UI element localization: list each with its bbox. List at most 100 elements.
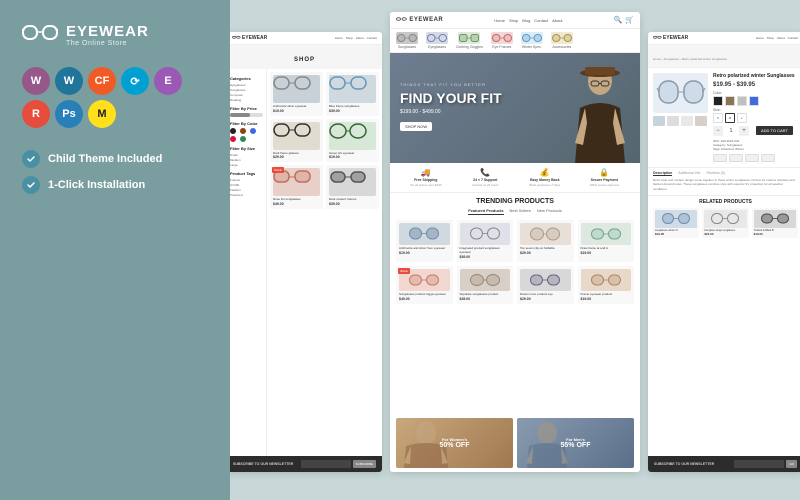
shop-product-3: Dark frame glasses $29.00 xyxy=(270,119,323,163)
main-logo: ⬭⬭ EYEWEAR xyxy=(396,17,443,24)
shop-newsletter-bar: SUBSCRIBE TO OUR NEWSLETTER SUBSCRIBE xyxy=(230,456,382,472)
detail-color-option: Color: xyxy=(713,91,798,106)
tab-bestsellers[interactable]: Best Sellers xyxy=(510,208,531,215)
tab-featured[interactable]: Featured Products xyxy=(468,208,503,215)
detail-main-section: Retro polarized winter Sunglasses $19.95… xyxy=(648,68,800,167)
swatch-blue[interactable] xyxy=(749,96,759,106)
logo-text: EYEWEAR The Online Store xyxy=(66,24,149,48)
cat-goggles[interactable]: Clothing Goggles xyxy=(456,32,483,49)
main-features-bar: 🚚 Free Shipping On all orders over $100 … xyxy=(390,163,640,193)
trending-product-6-img xyxy=(460,269,511,291)
trending-product-1-img xyxy=(399,223,450,245)
detail-color-swatches[interactable] xyxy=(713,96,798,106)
promo-women-text: For Women's 50% OFF xyxy=(440,437,470,449)
trending-product-4[interactable]: Draw frame at end A $19.00 xyxy=(578,220,635,262)
detail-newsletter-btn[interactable]: GO xyxy=(786,460,797,468)
shop-product-5: SALE Rose tint sunglasses $49.00 xyxy=(270,165,323,209)
feature-child-theme: Child Theme Included xyxy=(22,150,162,168)
detail-thumb-1[interactable] xyxy=(653,116,665,126)
trending-tabs[interactable]: Featured Products Best Sellers New Produ… xyxy=(396,208,634,215)
trending-product-3[interactable]: Top seven clip-on foldable $29.00 xyxy=(517,220,574,262)
detail-thumb-3[interactable] xyxy=(681,116,693,126)
shop-product-2: Blue frame sunglasses $39.00 xyxy=(326,72,379,116)
hero-subtitle: THINGS THAT FIT YOU BETTER xyxy=(400,82,486,87)
detail-content: Retro polarized winter Sunglasses $19.95… xyxy=(648,68,800,456)
cat-winter[interactable]: Winter Spec. xyxy=(521,32,543,49)
related-product-2[interactable]: Full glass wings sunglasses $24.00 xyxy=(702,208,748,238)
detail-thumb-2[interactable] xyxy=(667,116,679,126)
hero-shop-btn[interactable]: SHOP NOW xyxy=(400,122,432,131)
trending-title: TRENDING PRODUCTS xyxy=(396,198,634,205)
qty-increase-btn[interactable]: + xyxy=(739,126,749,136)
size-s[interactable]: S xyxy=(713,113,723,123)
trending-product-8[interactable]: Frame eyewear product $19.00 xyxy=(578,266,635,304)
shop-newsletter-btn[interactable]: SUBSCRIBE xyxy=(353,460,376,468)
plugin-wordpress-icon: W xyxy=(55,67,83,95)
feature-money-back: 💰 Easy Money Back Back guarantee 7 days xyxy=(515,168,575,187)
cat-sunglasses[interactable]: Sunglasses xyxy=(396,32,418,49)
shop-product-2-img xyxy=(329,75,376,103)
trending-product-2[interactable]: Integrated product sunglasses eyewear $3… xyxy=(457,220,514,262)
add-to-cart-btn[interactable]: ADD TO CART xyxy=(756,126,793,135)
logo-icon xyxy=(22,22,58,49)
related-products-grid: sunglasses winter fit $19.95 Full glass … xyxy=(653,208,798,238)
tab-reviews[interactable]: Reviews (5) xyxy=(706,171,724,176)
shop-newsletter-input[interactable] xyxy=(301,460,351,468)
detail-thumb-4[interactable] xyxy=(695,116,707,126)
shop-logo: ⬭⬭ EYEWEAR xyxy=(232,35,267,41)
detail-tab-list[interactable]: Description Additional Info Reviews (5) xyxy=(653,171,798,176)
shop-product-6-img xyxy=(329,168,376,196)
plugin-woocommerce-icon: W xyxy=(22,67,50,95)
brand-tagline: The Online Store xyxy=(66,40,149,47)
detail-nav: Home Shop About Contact xyxy=(756,36,798,40)
cat-eyeglasses[interactable]: Eyeglasses xyxy=(426,32,448,49)
sale-badge: SALE xyxy=(398,268,410,274)
detail-newsletter-input[interactable] xyxy=(734,460,784,468)
promo-women[interactable]: For Women's 50% OFF xyxy=(396,418,513,468)
plugin-mailchimp-icon: M xyxy=(88,100,116,128)
related-product-3[interactable]: Twisted & Black B $19.00 xyxy=(752,208,798,238)
shop-newsletter-text: SUBSCRIBE TO OUR NEWSLETTER xyxy=(233,462,293,466)
support-icon: 📞 xyxy=(480,168,490,177)
trending-product-6[interactable]: Separate sunglasses product $39.00 xyxy=(457,266,514,304)
left-panel: EYEWEAR The Online Store W W CF ⟳ E R Ps… xyxy=(0,0,230,500)
qty-decrease-btn[interactable]: − xyxy=(713,126,723,136)
tab-new[interactable]: New Products xyxy=(537,208,562,215)
size-m[interactable]: M xyxy=(725,113,735,123)
trending-products-grid: Anthracite and silver from eyewear $19.0… xyxy=(396,220,634,304)
cat-frames[interactable]: Eye Frames xyxy=(491,32,513,49)
promo-men[interactable]: For Men's 55% OFF xyxy=(517,418,634,468)
cat-accessories[interactable]: Accessories xyxy=(551,32,573,49)
tab-description[interactable]: Description xyxy=(653,171,672,176)
detail-newsletter-input-area[interactable]: GO xyxy=(734,460,797,468)
swatch-silver[interactable] xyxy=(737,96,747,106)
trending-product-8-img xyxy=(581,269,632,291)
swatch-brown[interactable] xyxy=(725,96,735,106)
trending-product-7[interactable]: Drawn more product eye $29.00 xyxy=(517,266,574,304)
sidebar-color-title: Filter By Color xyxy=(230,121,263,126)
detail-thumbnails xyxy=(653,116,708,126)
cart-icon[interactable]: 🛒 xyxy=(625,16,634,24)
promo-banners: For Women's 50% OFF For Men's 55% OFF xyxy=(390,414,640,472)
shop-products-grid: Anthracite silver eyewear $19.00 Blue fr… xyxy=(267,69,382,456)
search-icon[interactable]: 🔍 xyxy=(614,16,623,24)
shop-product-6: Dark modern frames $39.00 xyxy=(326,165,379,209)
related-product-1[interactable]: sunglasses winter fit $19.95 xyxy=(653,208,699,238)
detail-price: $19.95 - $39.95 xyxy=(713,82,755,88)
size-l[interactable]: L xyxy=(737,113,747,123)
trending-product-5[interactable]: SALE Sunglasses product lugga eyewear $4… xyxy=(396,266,453,304)
detail-quantity-row: − 1 + ADD TO CART xyxy=(713,126,798,136)
hero-price: $199.00 - $499.00 xyxy=(400,109,502,115)
main-nav: Home Shop Blog Contact About xyxy=(494,18,562,23)
shop-product-1-img xyxy=(273,75,320,103)
detail-size-swatches[interactable]: S M L xyxy=(713,113,798,123)
swatch-black[interactable] xyxy=(713,96,723,106)
trending-product-1[interactable]: Anthracite and silver from eyewear $19.0… xyxy=(396,220,453,262)
plugin-icons-group: W W CF ⟳ E R Ps M xyxy=(22,67,210,128)
payment-mastercard xyxy=(729,154,743,162)
detail-newsletter-text: SUBSCRIBE TO OUR NEWSLETTER xyxy=(654,462,714,466)
detail-breadcrumb: Home › Sunglasses › Retro polarized wint… xyxy=(648,45,800,68)
payment-stripe xyxy=(761,154,775,162)
shop-newsletter-input-area[interactable]: SUBSCRIBE xyxy=(301,460,376,468)
tab-additional[interactable]: Additional Info xyxy=(678,171,700,176)
